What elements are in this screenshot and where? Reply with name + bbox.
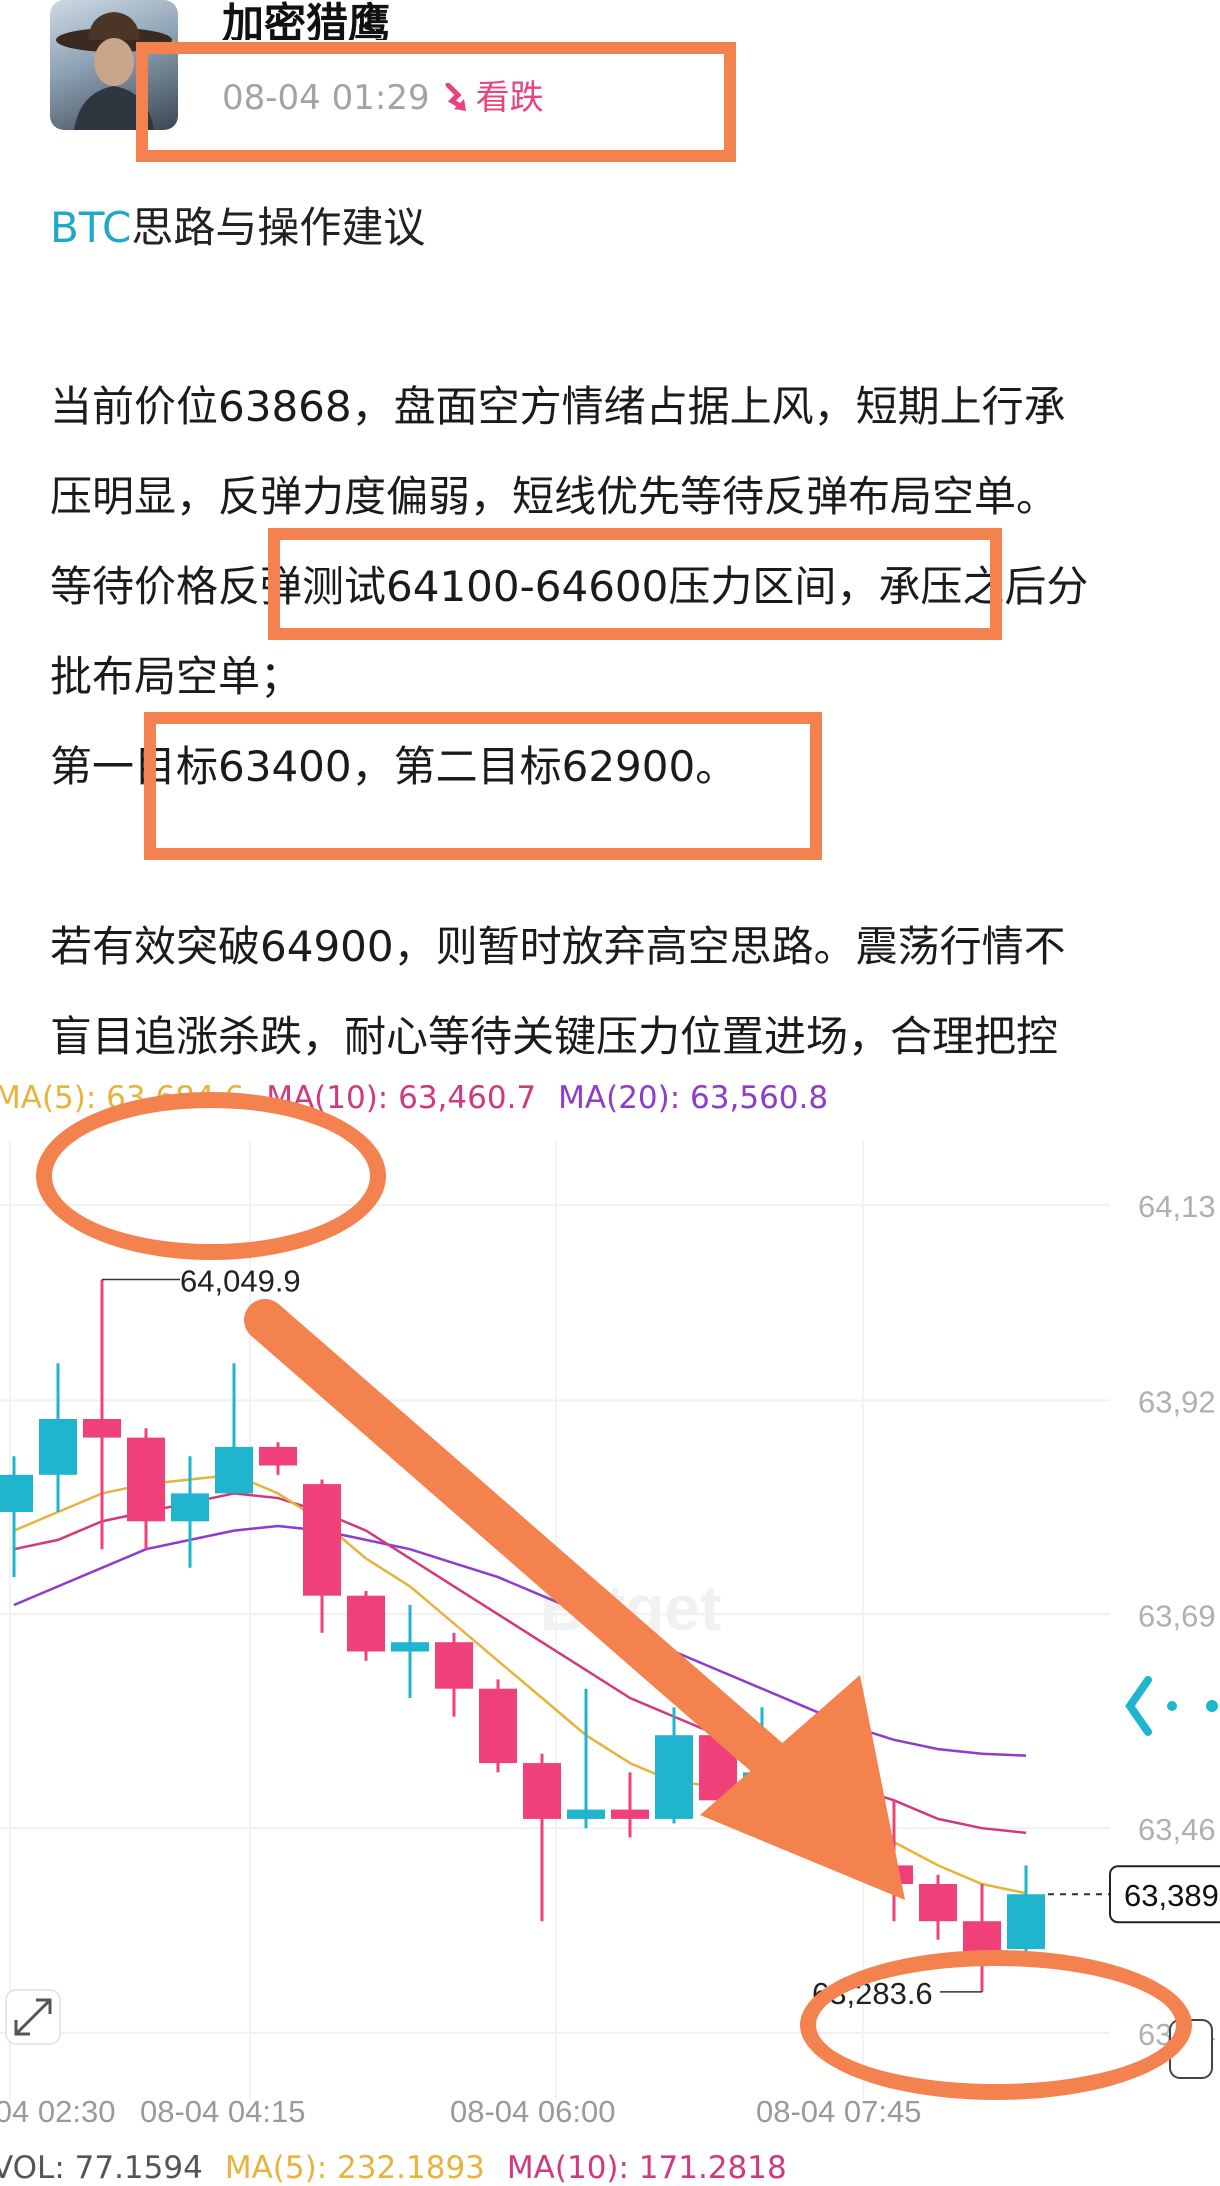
dot-icon (1206, 1700, 1218, 1712)
annotation-box-targets (144, 712, 822, 860)
chevron-left-icon[interactable] (1125, 1676, 1152, 1736)
body-line: 当前价位63868，盘面空方情绪占据上风，短期上行承 (50, 382, 1066, 431)
candle-body[interactable] (655, 1735, 693, 1819)
time-axis-label: 08-04 02:30 (0, 2094, 115, 2129)
candle-body[interactable] (611, 1809, 649, 1819)
ma20-legend: MA(20): 63,560.8 (558, 1080, 829, 1116)
annotation-box-pressure-zone (268, 528, 1002, 640)
time-axis-label: 08-04 04:15 (140, 2094, 305, 2129)
body-line: 盲目追涨杀跌，耐心等待关键压力位置进场，合理把控 (50, 1012, 1059, 1061)
price-axis-label: 63,92 (1138, 1384, 1216, 1419)
vol-ma5-legend: MA(5): 232.1893 (224, 2150, 485, 2186)
candle-body[interactable] (479, 1688, 517, 1764)
price-axis-label: 63,46 (1138, 1812, 1216, 1847)
volume-legend: VOL: 77.1594 MA(5): 232.1893 MA(10): 171.2… (0, 2150, 809, 2186)
vol-ma10-legend: MA(10): 171.2818 (506, 2150, 787, 2186)
candle-body[interactable] (39, 1419, 77, 1475)
annotation-ellipse-high (36, 1092, 386, 1260)
candle-body[interactable] (347, 1595, 385, 1652)
candle-body[interactable] (127, 1437, 165, 1522)
btc-link[interactable]: BTC (50, 203, 131, 252)
candle-body[interactable] (0, 1474, 33, 1512)
post-title: BTC思路与操作建议 (50, 200, 425, 256)
author-name[interactable]: 加密猎鹰 (222, 0, 390, 40)
dot-icon (1167, 1701, 1177, 1711)
candle-body[interactable] (1007, 1894, 1045, 1950)
annotation-box-meta (136, 42, 736, 162)
post-title-text: 思路与操作建议 (131, 203, 426, 252)
candle-body[interactable] (215, 1446, 253, 1494)
price-axis-label: 63,69 (1138, 1598, 1216, 1633)
current-price-label: 63,389 (1124, 1878, 1219, 1913)
time-axis-label: 08-04 06:00 (450, 2094, 615, 2129)
body-line: 若有效突破64900，则暂时放弃高空思路。震荡行情不 (50, 922, 1066, 971)
price-axis-label: 64,13 (1138, 1189, 1216, 1224)
candle-body[interactable] (567, 1809, 605, 1819)
time-axis-label: 08-04 07:45 (756, 2094, 921, 2129)
candle-body[interactable] (919, 1884, 957, 1922)
candle-body[interactable] (391, 1642, 429, 1652)
body-line: 批布局空单； (50, 652, 303, 701)
candle-body[interactable] (523, 1763, 561, 1819)
high-price-label: 64,049.9 (180, 1264, 301, 1299)
candle-body[interactable] (83, 1419, 121, 1438)
annotation-arrow-shaft (244, 1299, 831, 1816)
annotation-ellipse-low (800, 1950, 1192, 2100)
candle-body[interactable] (303, 1484, 341, 1596)
candle-body[interactable] (259, 1446, 297, 1466)
candle-body[interactable] (435, 1642, 473, 1689)
candle-body[interactable] (171, 1493, 209, 1522)
vol-legend: VOL: 77.1594 (0, 2150, 203, 2186)
